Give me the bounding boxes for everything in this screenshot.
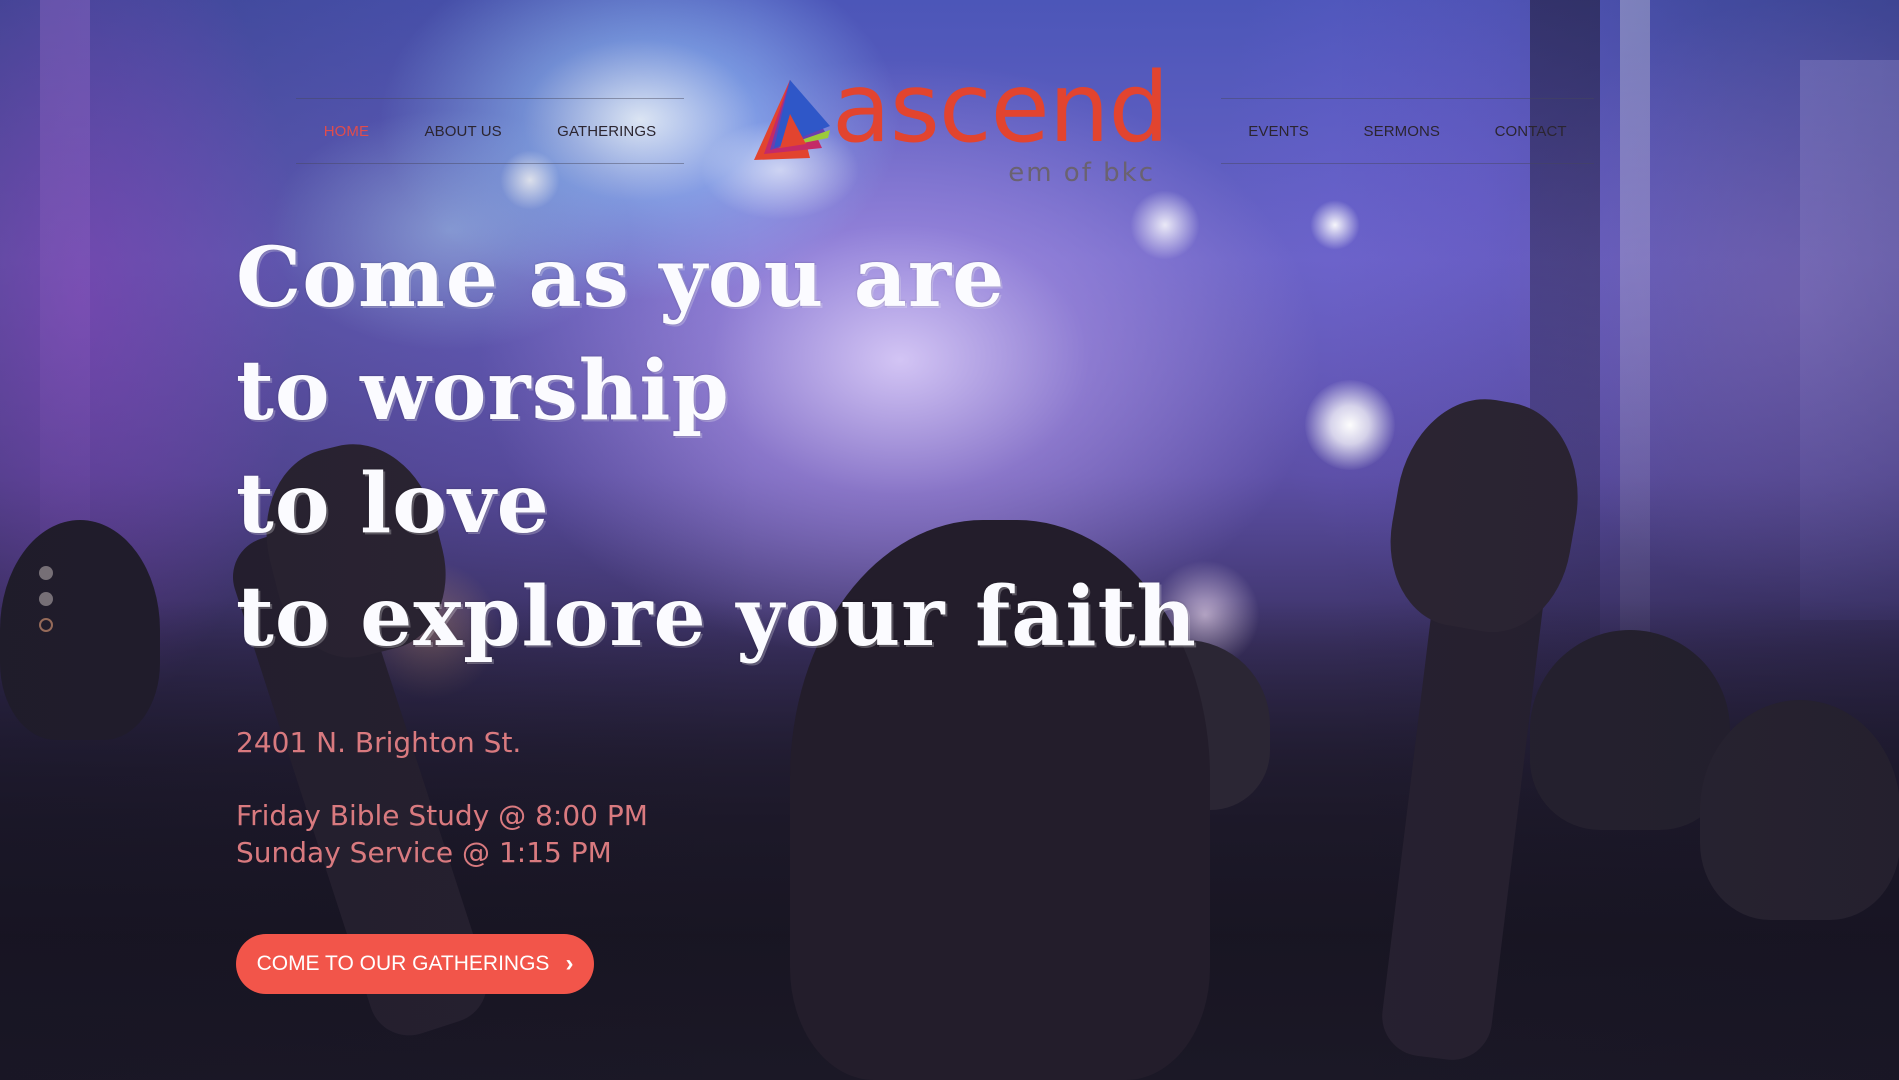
nav-left: HOME ABOUT US GATHERINGS — [296, 98, 684, 164]
hero-headline: Come as you are to worship to love to ex… — [236, 222, 1197, 674]
cta-label: COME TO OUR GATHERINGS — [256, 952, 550, 975]
logo-subtitle: em of bkc — [1008, 158, 1155, 188]
nav-right: EVENTS SERMONS CONTACT — [1221, 98, 1594, 164]
headline-line: to worship — [236, 343, 730, 439]
nav-contact-link[interactable]: CONTACT — [1495, 123, 1567, 140]
headline-line: to explore your faith — [236, 569, 1198, 665]
nav-gatherings-link[interactable]: GATHERINGS — [557, 123, 656, 140]
schedule-sunday: Sunday Service @ 1:15 PM — [236, 836, 612, 869]
nav-events-link[interactable]: EVENTS — [1248, 123, 1309, 140]
slider-dot-active[interactable] — [39, 618, 53, 632]
nav-sermons-link[interactable]: SERMONS — [1363, 123, 1440, 140]
slider-dots — [39, 566, 53, 632]
gatherings-cta-button[interactable]: COME TO OUR GATHERINGS › — [236, 934, 594, 994]
church-address: 2401 N. Brighton St. — [236, 726, 522, 759]
logo-mark-icon — [754, 80, 830, 160]
logo-wordmark: ascend — [832, 52, 1169, 164]
chevron-right-icon: › — [565, 950, 574, 977]
logo[interactable]: ascend em of bkc — [750, 60, 1169, 194]
headline-line: Come as you are — [236, 230, 1006, 326]
slider-dot[interactable] — [39, 592, 53, 606]
slider-dot[interactable] — [39, 566, 53, 580]
headline-line: to love — [236, 456, 550, 552]
nav-about-link[interactable]: ABOUT US — [425, 123, 502, 140]
schedule-friday: Friday Bible Study @ 8:00 PM — [236, 799, 648, 832]
nav-home-link[interactable]: HOME — [324, 123, 369, 140]
